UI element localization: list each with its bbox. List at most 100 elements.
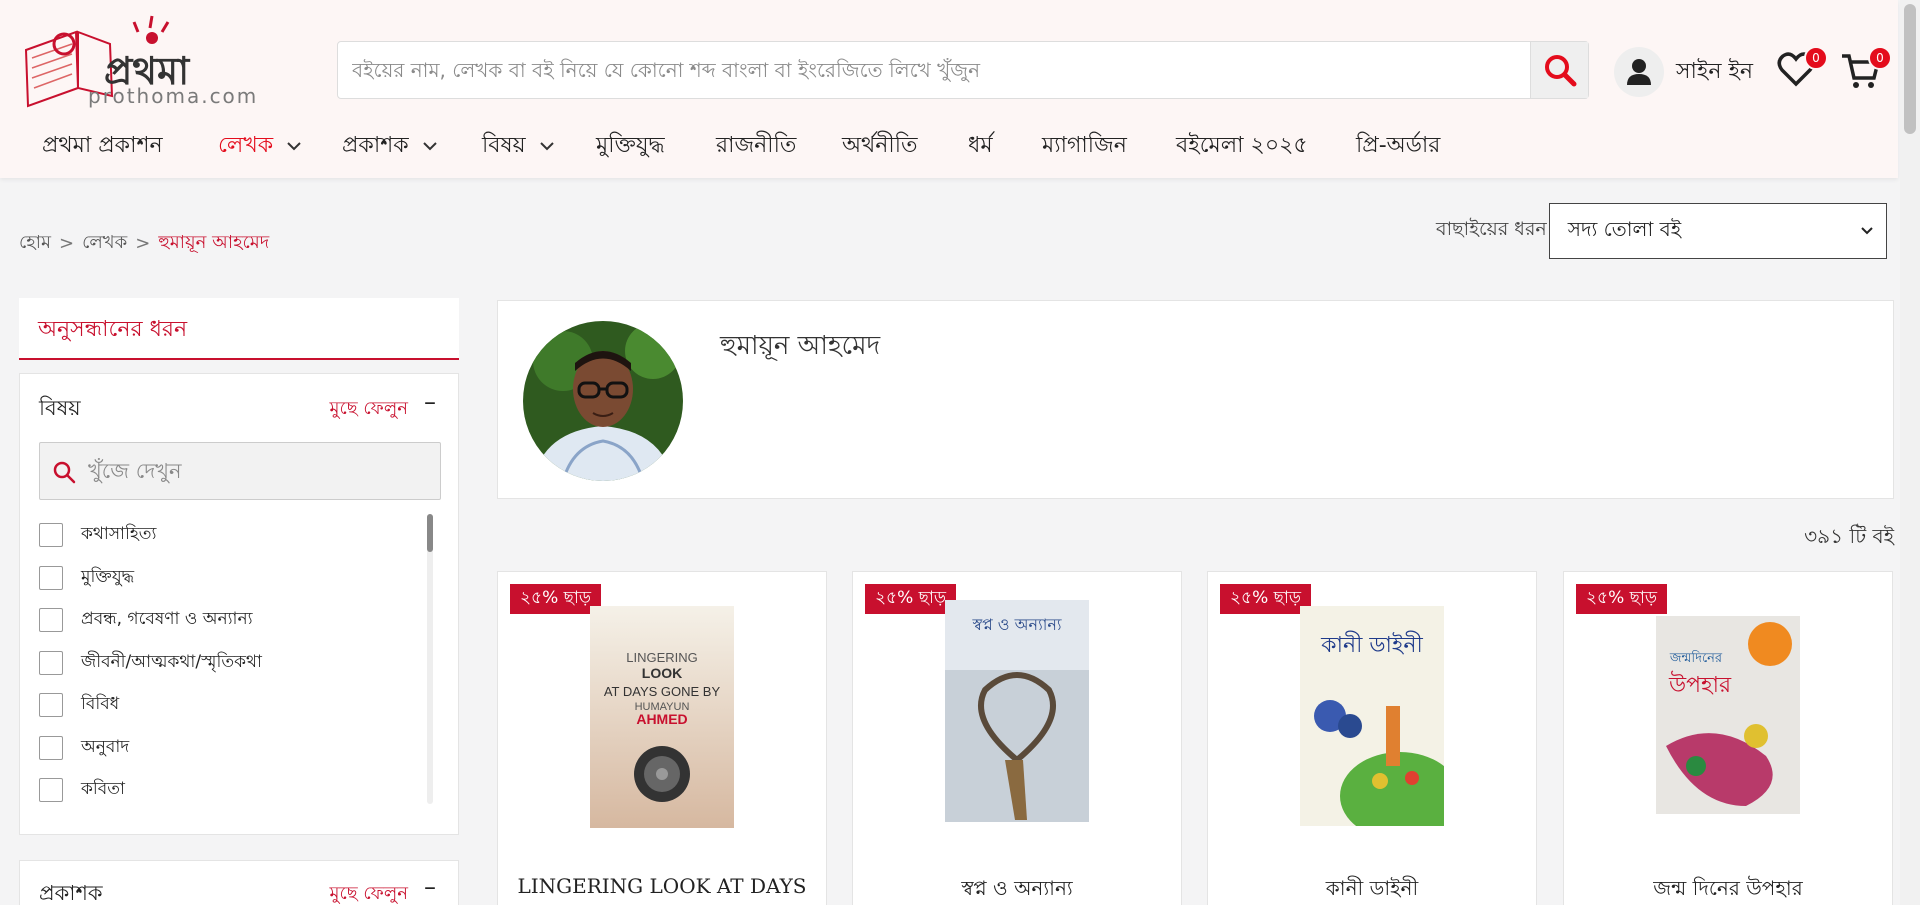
- svg-text:স্বপ্ন ও অন্যান্য: স্বপ্ন ও অন্যান্য: [971, 615, 1061, 634]
- breadcrumb: হোম > লেখক > হুমায়ূন আহমেদ: [19, 228, 269, 259]
- sort-label: বাছাইয়ের ধরন: [1436, 218, 1547, 240]
- publisher-collapse-button[interactable]: –: [424, 873, 436, 901]
- discount-badge: ২৫% ছাড়: [1220, 584, 1312, 614]
- discount-badge: ২৫% ছাড়: [1576, 584, 1668, 614]
- breadcrumb-separator: >: [135, 233, 151, 254]
- subject-option-label: মুক্তিযুদ্ধ: [81, 566, 135, 587]
- site-header: প্রথমা prothoma.com সাইন ইন 0: [0, 0, 1898, 178]
- publisher-filter-title: প্রকাশক: [39, 881, 103, 905]
- wishlist-count-badge: 0: [1804, 46, 1828, 70]
- logo-subtext: prothoma.com: [88, 84, 259, 108]
- search-input[interactable]: [352, 42, 1502, 98]
- svg-text:LOOK: LOOK: [642, 665, 682, 681]
- nav-item-writers[interactable]: লেখক: [218, 124, 301, 168]
- author-name: হুমায়ূন আহমেদ: [720, 331, 881, 361]
- scrollbar-thumb[interactable]: [1904, 4, 1916, 134]
- subject-option[interactable]: জীবনী/আত্মকথা/স্মৃতিকথা: [39, 642, 439, 685]
- subject-search-input[interactable]: [88, 443, 428, 499]
- nav-label: ধর্ম: [968, 132, 993, 158]
- checkbox[interactable]: [39, 650, 63, 675]
- svg-text:কানী ডাইনী: কানী ডাইনী: [1320, 631, 1423, 658]
- book-cover: কানী ডাইনী: [1300, 606, 1444, 828]
- discount-badge: ২৫% ছাড়: [865, 584, 957, 614]
- subject-option-label: কবিতা: [81, 779, 125, 800]
- nav-label: প্রি-অর্ডার: [1356, 132, 1441, 158]
- svg-text:LINGERING: LINGERING: [626, 650, 698, 665]
- nav-item-book-fair-2025[interactable]: বইমেলা ২০২৫: [1176, 124, 1308, 168]
- product-card[interactable]: ২৫% ছাড় LINGERING LOOK AT DAYS GONE BY …: [497, 571, 827, 905]
- nav-item-publishers[interactable]: প্রকাশক: [342, 124, 437, 168]
- breadcrumb-separator: >: [58, 233, 75, 254]
- checkbox[interactable]: [39, 778, 63, 803]
- nav-label: রাজনীতি: [716, 132, 797, 158]
- product-card[interactable]: ২৫% ছাড় কানী ডাইনী কানী ডাইনী: [1207, 571, 1537, 905]
- nav-item-religion[interactable]: ধর্ম: [968, 124, 993, 168]
- author-photo: [523, 321, 683, 481]
- cart-button[interactable]: 0: [1840, 46, 1892, 94]
- scrollbar-thumb[interactable]: [427, 514, 433, 552]
- checkbox[interactable]: [39, 693, 63, 718]
- sort-selected-value: সদ্য তোলা বই: [1567, 216, 1682, 241]
- checkbox[interactable]: [39, 608, 63, 633]
- nav-item-pre-order[interactable]: প্রি-অর্ডার: [1356, 124, 1440, 168]
- nav-item-economics[interactable]: অর্থনীতি: [842, 124, 918, 168]
- checkbox[interactable]: [39, 523, 63, 548]
- nav-item-magazine[interactable]: ম্যাগাজিন: [1042, 124, 1127, 168]
- product-card[interactable]: ২৫% ছাড় স্বপ্ন ও অন্যান্য স্বপ্ন ও অন্য…: [852, 571, 1182, 905]
- book-cover: স্বপ্ন ও অন্যান্য: [945, 600, 1089, 822]
- nav-label: প্রথমা প্রকাশন: [42, 132, 163, 158]
- breadcrumb-current: হুমায়ূন আহমেদ: [158, 232, 270, 253]
- nav-item-liberation-war[interactable]: মুক্তিযুদ্ধ: [596, 124, 665, 168]
- product-title: কানী ডাইনী: [1325, 876, 1419, 900]
- nav-item-politics[interactable]: রাজনীতি: [716, 124, 796, 168]
- filter-heading-box: অনুসন্ধানের ধরন: [19, 298, 459, 360]
- nav-label: প্রকাশক: [342, 132, 409, 158]
- subject-option[interactable]: অনুবাদ: [39, 727, 439, 770]
- user-icon: [1614, 47, 1664, 97]
- search-icon: [53, 461, 76, 484]
- subject-option[interactable]: কবিতা: [39, 769, 439, 812]
- subject-option[interactable]: বিবিধ: [39, 684, 439, 727]
- search-button[interactable]: [1530, 42, 1588, 98]
- product-title: স্বপ্ন ও অন্যান্য: [961, 876, 1073, 900]
- svg-text:উপহার: উপহার: [1668, 671, 1732, 698]
- product-card[interactable]: ২৫% ছাড় জন্মদিনের উপহার জন্ম দিনের উপহা…: [1563, 571, 1893, 905]
- subject-scrollbar[interactable]: [427, 514, 433, 804]
- site-logo[interactable]: প্রথমা prothoma.com: [18, 10, 256, 110]
- nav-item-prothoma-prokashon[interactable]: প্রথমা প্রকাশন: [42, 124, 163, 168]
- filter-heading: অনুসন্ধানের ধরন: [38, 317, 188, 342]
- publisher-filter: প্রকাশক মুছে ফেলুন –: [19, 860, 459, 905]
- publisher-clear-button[interactable]: মুছে ফেলুন: [330, 879, 408, 905]
- discount-badge: ২৫% ছাড়: [510, 584, 602, 614]
- chevron-down-icon: [422, 142, 437, 151]
- nav-item-subjects[interactable]: বিষয়: [482, 124, 554, 168]
- book-cover: LINGERING LOOK AT DAYS GONE BY HUMAYUN A…: [590, 606, 734, 828]
- subject-option-label: প্রবন্ধ, গবেষণা ও অন্যান্য: [81, 609, 253, 630]
- breadcrumb-home[interactable]: হোম: [19, 228, 51, 259]
- subject-clear-button[interactable]: মুছে ফেলুন: [330, 394, 408, 425]
- signin-button[interactable]: সাইন ইন: [1614, 47, 1753, 97]
- nav-label: লেখক: [218, 132, 274, 158]
- svg-text:AT DAYS GONE BY: AT DAYS GONE BY: [604, 684, 721, 699]
- subject-option-label: কথাসাহিত্য: [81, 524, 157, 545]
- breadcrumb-writers[interactable]: লেখক: [82, 228, 127, 259]
- nav-label: বইমেলা ২০২৫: [1176, 132, 1308, 158]
- subject-option[interactable]: প্রবন্ধ, গবেষণা ও অন্যান্য: [39, 599, 439, 642]
- search-icon: [1544, 55, 1576, 87]
- page-scrollbar[interactable]: [1900, 0, 1920, 905]
- nav-label: মুক্তিযুদ্ধ: [596, 132, 665, 158]
- checkbox[interactable]: [39, 565, 63, 590]
- book-cover: জন্মদিনের উপহার: [1656, 616, 1800, 838]
- subject-collapse-button[interactable]: –: [424, 388, 436, 416]
- subject-options: কথাসাহিত্য মুক্তিযুদ্ধ প্রবন্ধ, গবেষণা ও…: [39, 514, 439, 814]
- nav-label: ম্যাগাজিন: [1042, 132, 1127, 158]
- sort-select[interactable]: সদ্য তোলা বই: [1548, 203, 1887, 259]
- subject-option[interactable]: কথাসাহিত্য: [39, 514, 439, 557]
- subject-search: [39, 442, 441, 500]
- checkbox[interactable]: [39, 735, 63, 760]
- cart-count-badge: 0: [1868, 46, 1892, 70]
- wishlist-button[interactable]: 0: [1776, 46, 1828, 94]
- subject-option[interactable]: মুক্তিযুদ্ধ: [39, 557, 439, 600]
- chevron-down-icon: [539, 142, 554, 151]
- main-nav: প্রথমা প্রকাশন লেখক প্রকাশক বিষয় মুক্তি…: [0, 124, 1898, 168]
